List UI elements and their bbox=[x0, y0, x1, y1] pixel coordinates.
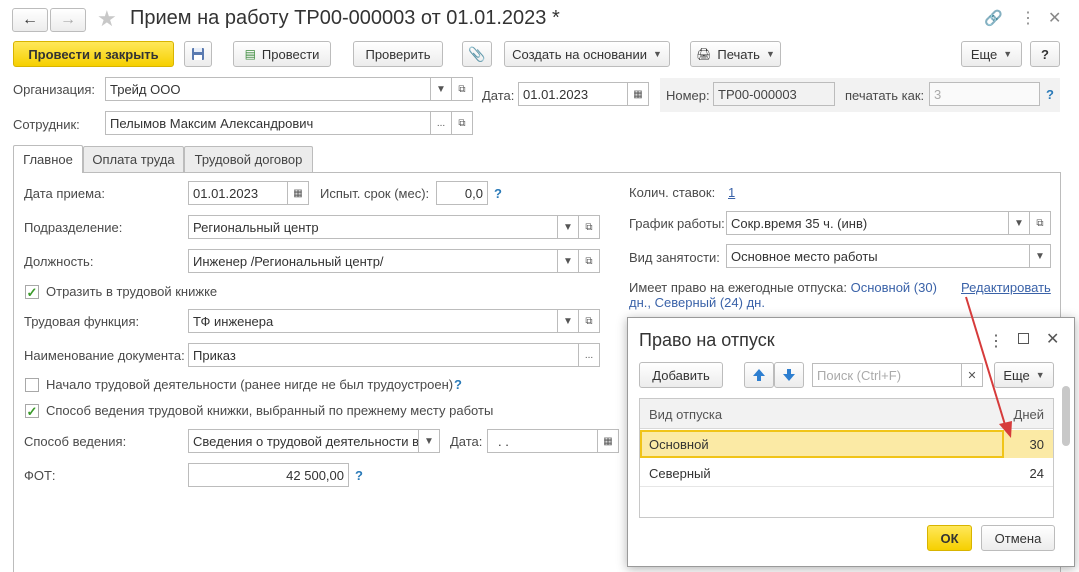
annotation-arrow bbox=[965, 296, 1012, 438]
